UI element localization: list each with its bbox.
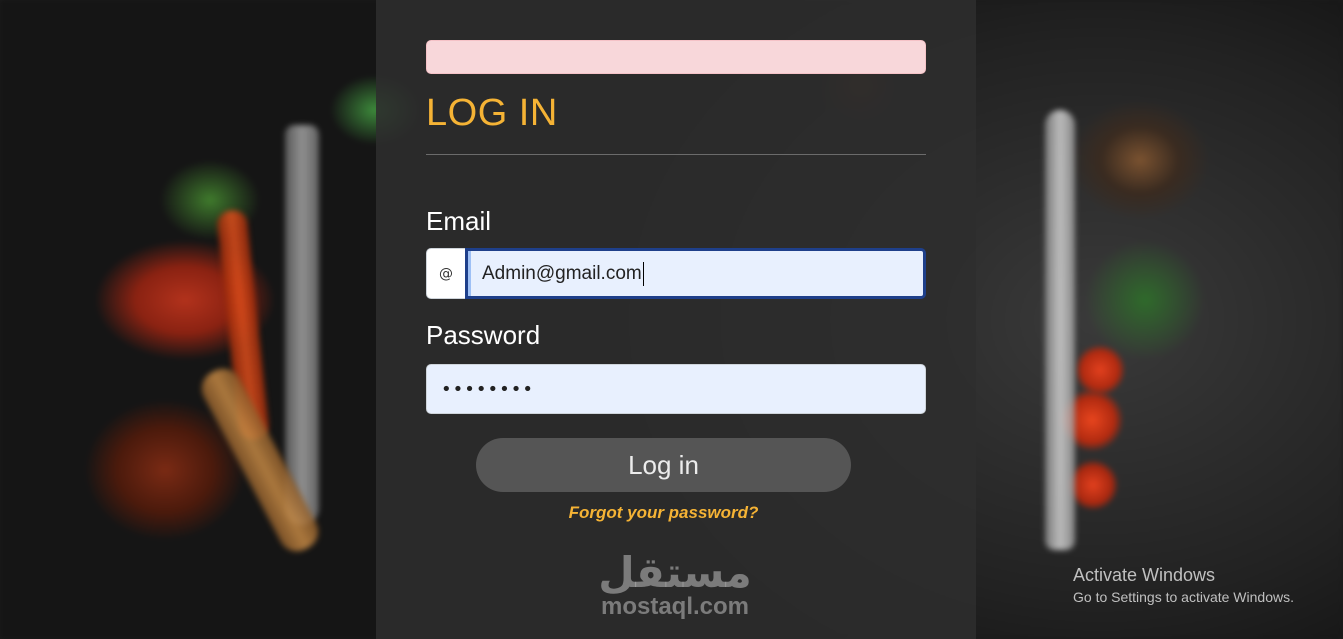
title-divider — [426, 154, 926, 155]
watermark-latin: mostaql.com — [600, 593, 750, 620]
email-input-group: @ Admin@gmail.com — [426, 248, 926, 299]
password-value: •••••••• — [441, 378, 534, 400]
page-title: LOG IN — [426, 92, 558, 134]
fork-decoration — [285, 125, 319, 525]
login-panel: LOG IN Email @ Admin@gmail.com Password … — [376, 0, 976, 639]
login-button[interactable]: Log in — [476, 438, 851, 492]
email-label: Email — [426, 206, 492, 236]
password-label: Password — [426, 320, 541, 350]
knife-decoration — [1045, 110, 1075, 550]
activate-windows-notice: Activate Windows Go to Settings to activ… — [1073, 564, 1294, 608]
activate-title: Activate Windows — [1073, 565, 1216, 585]
email-value: Admin@gmail.com — [482, 262, 642, 284]
text-caret — [642, 261, 644, 286]
mostaql-watermark: مستقل mostaql.com — [590, 548, 760, 620]
at-icon: @ — [426, 248, 465, 299]
watermark-arabic: مستقل — [598, 548, 752, 597]
email-field[interactable]: Admin@gmail.com — [465, 248, 926, 299]
activate-subtitle: Go to Settings to activate Windows. — [1073, 589, 1294, 605]
forgot-password-link[interactable]: Forgot your password? — [376, 503, 951, 523]
password-field[interactable]: •••••••• — [426, 364, 926, 414]
alert-banner — [426, 40, 926, 74]
